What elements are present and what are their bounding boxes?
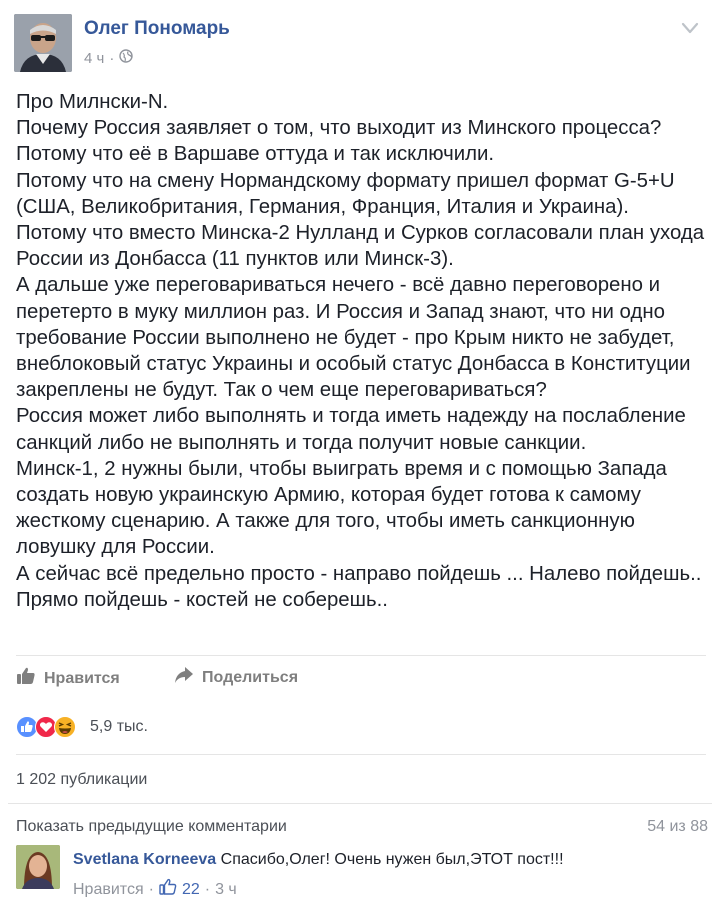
post-text-line: Потому что вместо Минска-2 Нулланд и Сур… (16, 222, 705, 245)
shares-count[interactable]: 1 202 публикации (16, 771, 147, 789)
comment-meta: Нравится · 22 · 3 ч (73, 878, 237, 897)
comment-time[interactable]: 3 ч (215, 881, 237, 897)
post-header: Олег Пономарь 4 ч · (14, 14, 706, 72)
post-text-line: жесткому сценарию. А также для того, что… (16, 510, 635, 533)
post-author[interactable]: Олег Пономарь (84, 18, 230, 40)
reactions-summary[interactable]: 5,9 тыс. (16, 716, 148, 738)
post-text-line: перетерто в муку миллион раз. И Россия и… (16, 300, 665, 323)
post-text-line: Потому что её в Варшаве оттуда и так иск… (16, 143, 495, 166)
comment-item: Svetlana Korneeva Спасибо,Олег! Очень ну… (73, 851, 564, 869)
reactions-count[interactable]: 5,9 тыс. (90, 718, 148, 736)
divider (8, 803, 712, 804)
author-avatar[interactable] (14, 14, 72, 72)
like-button[interactable]: Нравится (16, 666, 120, 691)
share-label: Поделиться (202, 668, 299, 686)
meta-separator: · (109, 49, 115, 67)
comments-counter: 54 из 88 (647, 818, 708, 835)
post-text: Про Милнски-N. Почему Россия заявляет о … (16, 89, 706, 613)
post-text-line: Минск-1, 2 нужны были, чтобы выиграть вр… (16, 457, 667, 480)
share-button[interactable]: Поделиться (174, 666, 298, 689)
post-text-line: Прямо пойдешь - костей не соберешь.. (16, 588, 388, 611)
reaction-icons (16, 716, 88, 738)
post-meta: 4 ч · (84, 49, 134, 67)
post-text-line: Про Милнски-N. (16, 91, 169, 113)
comment-text: Спасибо,Олег! Очень нужен был,ЭТОТ пост!… (216, 851, 564, 868)
share-arrow-icon (174, 666, 194, 689)
post-text-line: закреплены не будут. Так о чем еще перег… (16, 379, 547, 402)
comment-like-button[interactable]: Нравится (73, 881, 144, 897)
haha-reaction-icon (54, 716, 76, 743)
like-label: Нравится (44, 669, 120, 687)
post-time[interactable]: 4 ч (84, 50, 104, 67)
meta-separator: · (148, 880, 154, 897)
post-text-line: создать новую украинскую Армию, которая … (16, 484, 641, 507)
post-text-line: Россия может либо выполнять и тогда имет… (16, 405, 686, 428)
post-text-line: внеблоковый статус Украины и особый стат… (16, 353, 691, 376)
comment-like-count: 22 (181, 880, 200, 897)
post-text-line: (США, Великобритания, Германия, Франция,… (16, 195, 629, 218)
globe-icon (119, 49, 134, 67)
divider (16, 754, 706, 755)
meta-separator: · (204, 880, 211, 897)
thumbs-up-icon (16, 666, 36, 691)
post-text-line: А сейчас всё предельно просто - направо … (16, 562, 702, 585)
comment-author[interactable]: Svetlana Korneeva (73, 851, 216, 868)
show-previous-comments-link[interactable]: Показать предыдущие комментарии (16, 818, 287, 836)
post-text-line: ловушку для России. (16, 536, 215, 559)
post-text-line: России из Донбасса (11 пунктов или Минск… (16, 248, 454, 271)
post-text-line: Потому что на смену Нормандскому формату… (16, 169, 675, 192)
post-text-line: санкций либо не выполнять и тогда получи… (16, 431, 587, 454)
chevron-down-icon[interactable] (678, 16, 702, 40)
thumbs-up-outline-icon (159, 878, 177, 897)
commenter-avatar[interactable] (16, 845, 60, 889)
post-text-line: Почему Россия заявляет о том, что выходи… (16, 117, 662, 140)
divider (16, 655, 706, 656)
post-text-line: требование России выполнено не будет - п… (16, 326, 675, 349)
post-text-line: А дальше уже переговариваться нечего - в… (16, 274, 661, 297)
